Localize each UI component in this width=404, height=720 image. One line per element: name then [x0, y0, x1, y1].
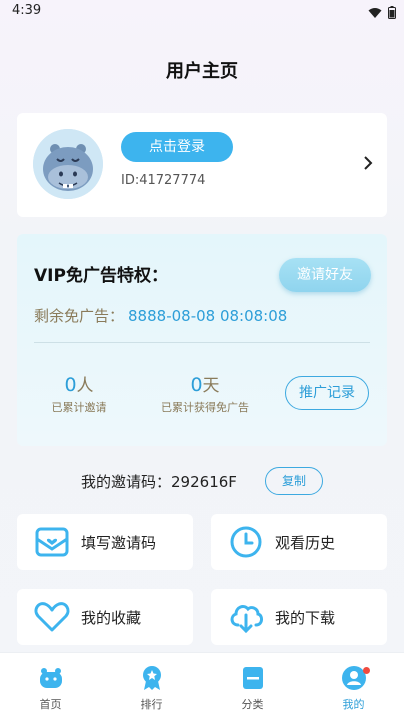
divider — [34, 342, 370, 343]
tab-ranking[interactable]: 排行 — [101, 653, 202, 720]
invited-stat: 0人 已累计邀请 — [39, 371, 119, 415]
menu-favorites[interactable]: 我的收藏 — [17, 589, 193, 645]
invite-code-value: 292616F — [171, 473, 237, 491]
tab-label: 分类 — [241, 698, 264, 711]
tab-home[interactable]: 首页 — [0, 653, 101, 720]
invite-friends-button[interactable]: 邀请好友 — [279, 258, 371, 292]
clock-icon — [227, 523, 265, 561]
days-unit: 天 — [202, 376, 220, 396]
menu-enter-invite-code[interactable]: 填写邀请码 — [17, 514, 193, 570]
ad-free-until: 8888-08-08 08:08:08 — [128, 307, 288, 325]
bottom-tab-bar: 首页 排行 分类 我的 — [0, 652, 404, 720]
hippo-avatar-icon — [33, 129, 103, 199]
days-label: 已累计获得免广告 — [161, 401, 249, 414]
invite-code-row: 我的邀请码：292616F — [81, 471, 237, 492]
invited-count: 0 — [64, 374, 77, 396]
page-title: 用户主页 — [166, 61, 238, 82]
invited-label: 已累计邀请 — [51, 401, 107, 414]
home-face-icon — [38, 665, 64, 691]
vip-title: VIP免广告特权： — [34, 266, 168, 286]
copy-button[interactable]: 复制 — [265, 467, 323, 495]
wifi-icon — [368, 4, 382, 23]
tab-category[interactable]: 分类 — [202, 653, 303, 720]
ranking-badge-icon — [139, 665, 165, 691]
tab-label: 我的 — [342, 698, 365, 711]
promotion-record-button[interactable]: 推广记录 — [285, 376, 369, 410]
tab-label: 首页 — [39, 698, 62, 711]
ad-free-days-stat: 0天 已累计获得免广告 — [155, 371, 255, 415]
heart-icon — [33, 598, 71, 636]
menu-label: 填写邀请码 — [81, 533, 157, 552]
tab-label: 排行 — [140, 698, 163, 711]
menu-watch-history[interactable]: 观看历史 — [211, 514, 387, 570]
user-id: ID:41727774 — [121, 173, 206, 188]
profile-card[interactable]: 点击登录 ID:41727774 — [17, 113, 387, 217]
menu-label: 观看历史 — [275, 533, 336, 552]
cloud-download-icon — [227, 598, 265, 636]
status-icons — [368, 4, 396, 23]
invited-unit: 人 — [76, 376, 94, 396]
status-bar: 4:39 — [0, 0, 404, 22]
notification-dot — [363, 667, 370, 674]
chevron-right-icon[interactable] — [363, 155, 373, 175]
ad-free-row: 剩余免广告： 8888-08-08 08:08:08 — [34, 305, 287, 326]
invite-code-label: 我的邀请码： — [81, 473, 172, 491]
menu-label: 我的下载 — [275, 608, 336, 627]
ad-free-label: 剩余免广告： — [34, 307, 125, 325]
vip-card: VIP免广告特权： 邀请好友 剩余免广告： 8888-08-08 08:08:08… — [17, 234, 387, 446]
menu-label: 我的收藏 — [81, 608, 142, 627]
category-icon — [240, 665, 266, 691]
login-button[interactable]: 点击登录 — [121, 132, 233, 162]
days-count: 0 — [190, 374, 203, 396]
battery-icon — [388, 4, 396, 23]
menu-downloads[interactable]: 我的下载 — [211, 589, 387, 645]
envelope-heart-icon — [33, 523, 71, 561]
tab-profile[interactable]: 我的 — [303, 653, 404, 720]
avatar[interactable] — [33, 129, 103, 199]
status-time: 4:39 — [12, 3, 42, 18]
